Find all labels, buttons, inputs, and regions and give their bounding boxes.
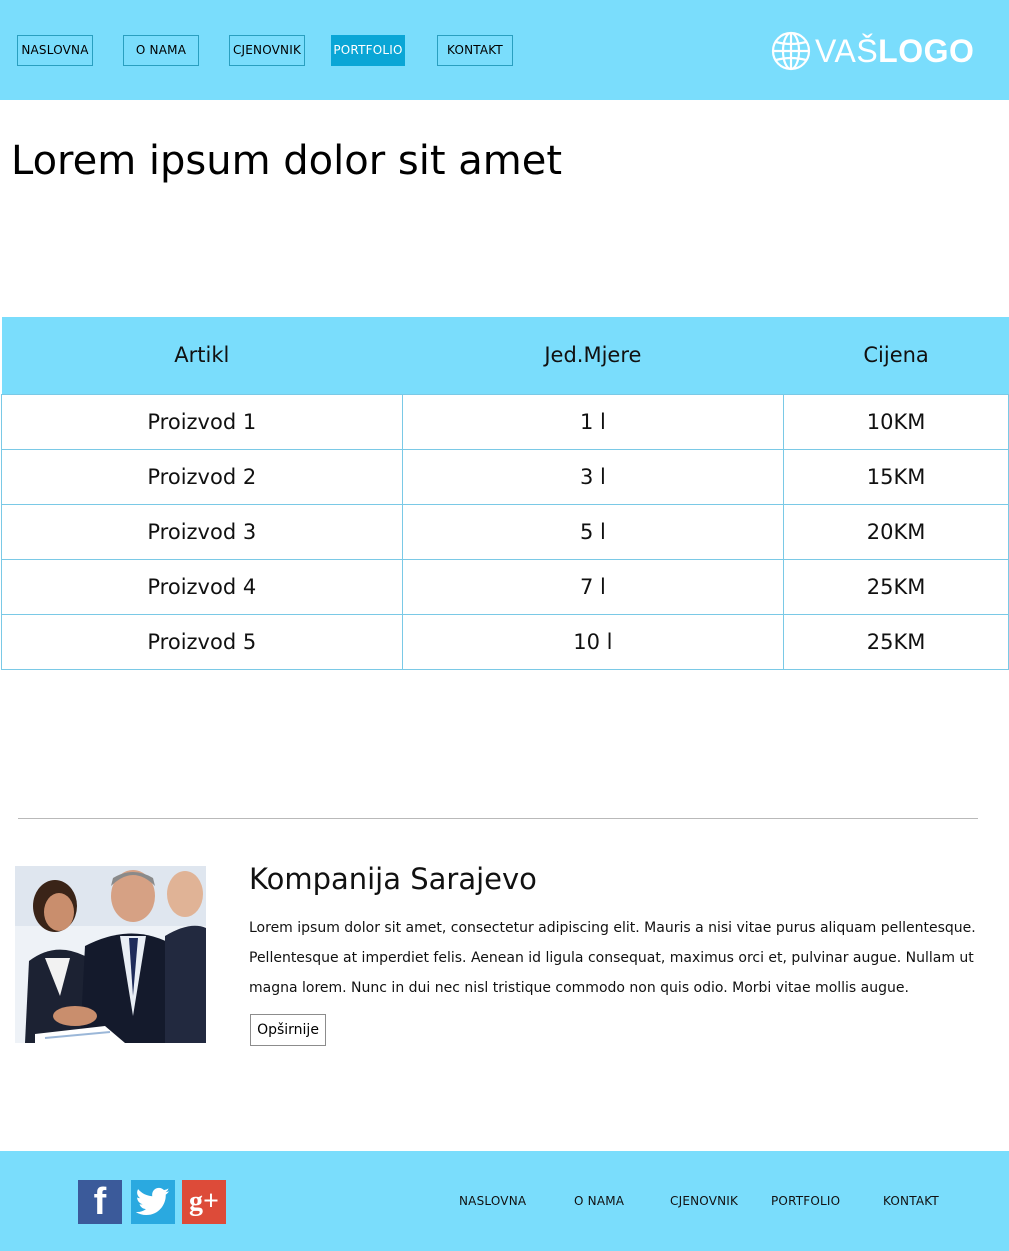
twitter-icon[interactable]: [131, 1180, 175, 1224]
logo-text-second: LOGO: [878, 32, 975, 69]
footer: f g+ NASLOVNA O NAMA CJENOVNIK PORTFOLIO…: [0, 1151, 1009, 1251]
table-row: Proizvod 4 7 l 25KM: [1, 558, 1009, 615]
cell-artikl: Proizvod 3: [1, 503, 403, 560]
twitter-bird-glyph: [136, 1187, 170, 1216]
facebook-glyph: f: [93, 1180, 107, 1223]
section-divider: [18, 818, 978, 819]
facebook-icon[interactable]: f: [78, 1180, 122, 1224]
nav-cjenovnik[interactable]: CJENOVNIK: [229, 35, 305, 66]
column-header-jed-mjere: Jed.Mjere: [402, 317, 784, 394]
cell-jed-mjere: 5 l: [401, 503, 785, 560]
column-header-cijena: Cijena: [783, 317, 1009, 394]
globe-icon: [771, 31, 811, 71]
table-row: Proizvod 2 3 l 15KM: [1, 448, 1009, 505]
footer-link-cjenovnik[interactable]: CJENOVNIK: [670, 1194, 738, 1208]
cell-cijena: 25KM: [783, 558, 1009, 615]
google-plus-glyph: g+: [189, 1186, 219, 1217]
nav-portfolio[interactable]: PORTFOLIO: [331, 35, 405, 66]
cell-artikl: Proizvod 1: [1, 393, 403, 450]
cell-cijena: 25KM: [783, 613, 1009, 670]
cell-jed-mjere: 1 l: [401, 393, 785, 450]
nav-naslovna[interactable]: NASLOVNA: [17, 35, 93, 66]
table-row: Proizvod 3 5 l 20KM: [1, 503, 1009, 560]
cell-cijena: 10KM: [783, 393, 1009, 450]
footer-link-naslovna[interactable]: NASLOVNA: [459, 1194, 526, 1208]
read-more-button[interactable]: Opširnije: [250, 1014, 326, 1046]
header: NASLOVNA O NAMA CJENOVNIK PORTFOLIO KONT…: [0, 0, 1009, 100]
company-description: Lorem ipsum dolor sit amet, consectetur …: [249, 920, 976, 996]
table-header-row: Artikl Jed.Mjere Cijena: [1, 317, 1009, 394]
footer-link-o-nama[interactable]: O NAMA: [574, 1194, 624, 1208]
footer-link-portfolio[interactable]: PORTFOLIO: [771, 1194, 840, 1208]
column-header-artikl: Artikl: [1, 317, 403, 394]
nav-kontakt[interactable]: KONTAKT: [437, 35, 513, 66]
cell-artikl: Proizvod 5: [1, 613, 403, 670]
business-people-image: [15, 866, 206, 1043]
table-row: Proizvod 5 10 l 25KM: [1, 613, 1009, 670]
nav-o-nama[interactable]: O NAMA: [123, 35, 199, 66]
company-photo: [15, 866, 206, 1043]
cell-jed-mjere: 7 l: [401, 558, 785, 615]
cell-cijena: 15KM: [783, 448, 1009, 505]
cell-jed-mjere: 10 l: [401, 613, 785, 670]
footer-link-kontakt[interactable]: KONTAKT: [883, 1194, 939, 1208]
table-row: Proizvod 1 1 l 10KM: [1, 393, 1009, 450]
cell-cijena: 20KM: [783, 503, 1009, 560]
cell-artikl: Proizvod 2: [1, 448, 403, 505]
company-title: Kompanija Sarajevo: [249, 862, 537, 896]
logo-text: VAŠLOGO: [815, 33, 974, 70]
google-plus-icon[interactable]: g+: [182, 1180, 226, 1224]
price-table: Artikl Jed.Mjere Cijena Proizvod 1 1 l 1…: [1, 317, 1009, 670]
logo-text-first: VAŠ: [815, 32, 879, 69]
site-logo[interactable]: VAŠLOGO: [771, 30, 974, 72]
cell-artikl: Proizvod 4: [1, 558, 403, 615]
cell-jed-mjere: 3 l: [401, 448, 785, 505]
page-title: Lorem ipsum dolor sit amet: [11, 138, 563, 184]
